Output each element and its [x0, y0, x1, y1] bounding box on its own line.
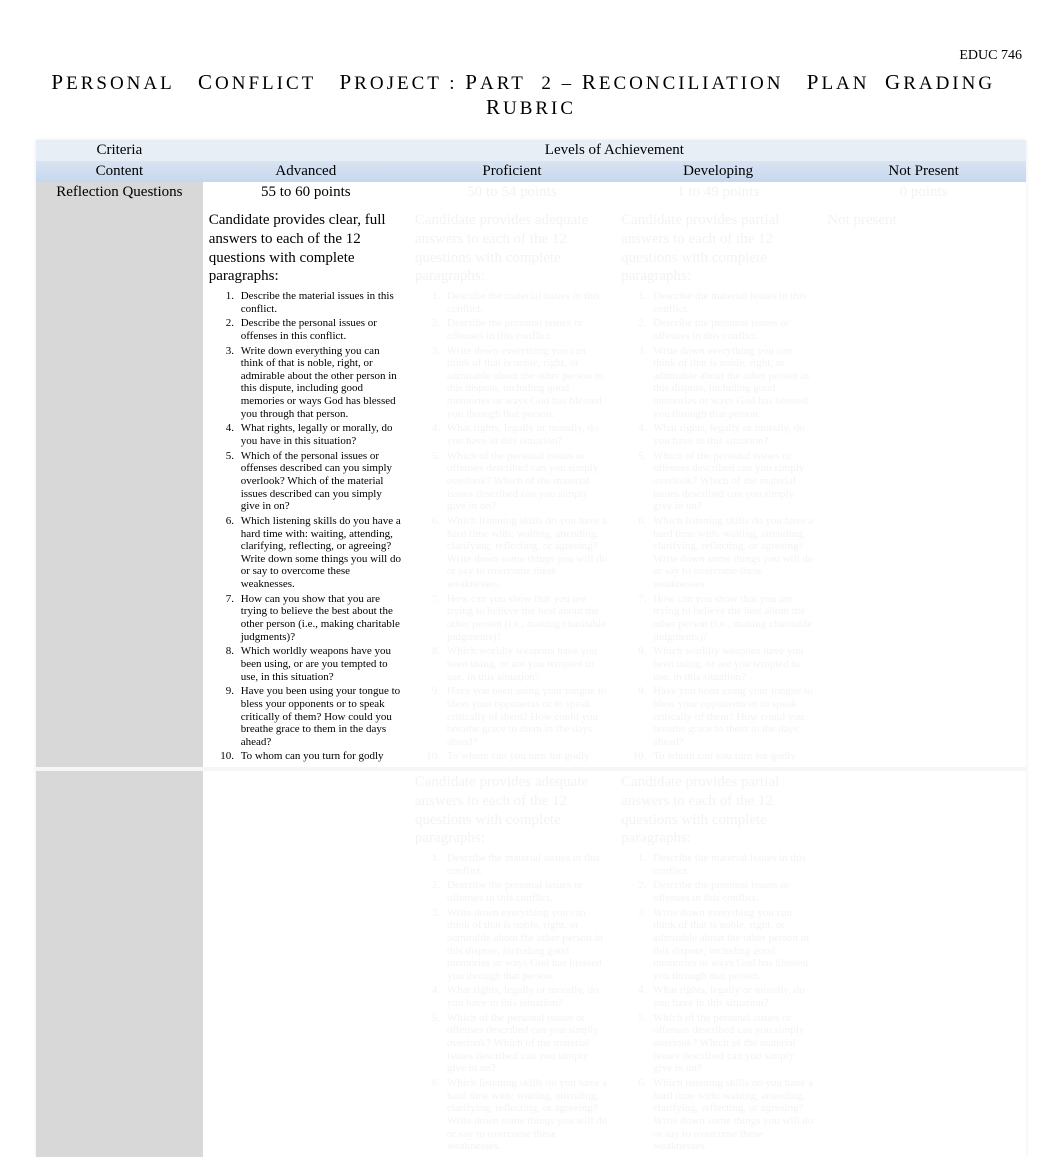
question-item: To whom can you turn for godly — [649, 750, 815, 763]
title-cap: R — [486, 95, 503, 119]
title-cap: P — [339, 70, 354, 94]
question-list: Describe the material issues in this con… — [237, 290, 403, 763]
criteria-header: Criteria — [36, 140, 203, 161]
question-item: Write down everything you can think of t… — [443, 907, 609, 983]
title-text: ROJECT — [354, 73, 441, 94]
title-cap: C — [198, 70, 215, 94]
title-cap: P — [51, 70, 66, 94]
question-item: How can you show that you are trying to … — [237, 593, 403, 644]
question-item: Which worldly weapons have you been usin… — [649, 645, 815, 683]
not-present-cell: 0 points Not present — [821, 182, 1026, 767]
page-title: PERSONAL CONFLICT PROJECT : PART 2 – REC… — [36, 70, 1026, 120]
advanced-header: Advanced — [203, 161, 409, 182]
question-item: Describe the material issues in this con… — [649, 852, 815, 877]
intro-text: Candidate provides adequate answers to e… — [415, 773, 609, 848]
not-present-header: Not Present — [821, 161, 1026, 182]
header-row-2: Content Advanced Proficient Developing N… — [36, 161, 1026, 182]
intro-text: Candidate provides clear, full answers t… — [209, 211, 403, 286]
criteria-cell — [36, 771, 203, 1157]
proficient-cell: 50 to 54 points Candidate provides adequ… — [409, 182, 615, 767]
question-item: Describe the personal issues or offenses… — [443, 317, 609, 342]
question-item: To whom can you turn for godly — [443, 750, 609, 763]
question-list: Describe the material issues in this con… — [649, 290, 815, 763]
points-text: 50 to 54 points — [415, 184, 609, 201]
title-cap: P — [465, 70, 480, 94]
question-item: Which listening skills do you have a har… — [649, 1077, 815, 1153]
question-item: Which of the personal issues or offenses… — [443, 450, 609, 513]
question-item: What rights, legally or morally, do you … — [237, 422, 403, 447]
question-item: Write down everything you can think of t… — [443, 345, 609, 421]
question-item: How can you show that you are trying to … — [649, 593, 815, 644]
question-item: Write down everything you can think of t… — [649, 907, 815, 983]
title-text: ART — [480, 73, 526, 94]
question-item: How can you show that you are trying to … — [443, 593, 609, 644]
title-text: LAN — [821, 73, 869, 94]
points-text: 1 to 49 points — [621, 184, 815, 201]
question-item: What rights, legally or morally, do you … — [443, 422, 609, 447]
question-item: Which of the personal issues or offenses… — [237, 450, 403, 513]
points-text: 55 to 60 points — [209, 184, 403, 201]
question-item: Which of the personal issues or offenses… — [649, 450, 815, 513]
proficient-header: Proficient — [409, 161, 615, 182]
advanced-cell — [203, 771, 409, 1157]
question-item: Describe the material issues in this con… — [649, 290, 815, 315]
title-cap: G — [885, 70, 903, 94]
intro-text: Candidate provides partial answers to ea… — [621, 211, 815, 286]
title-text: RADING — [903, 73, 995, 94]
question-item: Describe the personal issues or offenses… — [649, 317, 815, 342]
question-item: Describe the material issues in this con… — [237, 290, 403, 315]
developing-cell: 1 to 49 points Candidate provides partia… — [615, 182, 821, 767]
developing-cell: Candidate provides partial answers to ea… — [615, 771, 821, 1157]
intro-text: Candidate provides adequate answers to e… — [415, 211, 609, 286]
title-text: ONFLICT — [215, 73, 316, 94]
rubric-table: Criteria Levels of Achievement Content A… — [36, 140, 1026, 1157]
question-item: Describe the material issues in this con… — [443, 852, 609, 877]
criteria-cell: Reflection Questions — [36, 182, 203, 767]
question-item: Which listening skills do you have a har… — [443, 1077, 609, 1153]
question-item: Write down everything you can think of t… — [237, 345, 403, 421]
question-item: Write down everything you can think of t… — [649, 345, 815, 421]
content-header: Content — [36, 161, 203, 182]
question-item: Describe the personal issues or offenses… — [443, 879, 609, 904]
not-present-cell — [821, 771, 1026, 1157]
title-cap: P — [807, 70, 822, 94]
question-item: Describe the material issues in this con… — [443, 290, 609, 315]
levels-header: Levels of Achievement — [203, 140, 1026, 161]
question-item: Have you been using your tongue to bless… — [443, 685, 609, 748]
advanced-cell: 55 to 60 points Candidate provides clear… — [203, 182, 409, 767]
question-item: Have you been using your tongue to bless… — [237, 685, 403, 748]
developing-header: Developing — [615, 161, 821, 182]
points-text: 0 points — [827, 184, 1020, 201]
question-item: What rights, legally or morally, do you … — [649, 422, 815, 447]
question-list: Describe the material issues in this con… — [443, 852, 609, 1153]
question-list: Describe the material issues in this con… — [443, 290, 609, 763]
proficient-cell: Candidate provides adequate answers to e… — [409, 771, 615, 1157]
question-item: Which worldly weapons have you been usin… — [443, 645, 609, 683]
question-item: Which listening skills do you have a har… — [649, 515, 815, 591]
question-item: Which worldly weapons have you been usin… — [237, 645, 403, 683]
question-item: Which of the personal issues or offenses… — [443, 1012, 609, 1075]
question-item: Have you been using your tongue to bless… — [649, 685, 815, 748]
rubric-row-continued: Candidate provides adequate answers to e… — [36, 771, 1026, 1157]
question-item: Which of the personal issues or offenses… — [649, 1012, 815, 1075]
intro-text: Candidate provides partial answers to ea… — [621, 773, 815, 848]
question-item: Describe the personal issues or offenses… — [237, 317, 403, 342]
title-text: ECONCILIATION — [599, 73, 784, 94]
question-item: To whom can you turn for godly — [237, 750, 403, 763]
title-cap: R — [582, 70, 599, 94]
header-row-1: Criteria Levels of Achievement — [36, 140, 1026, 161]
title-colon: : — [449, 73, 457, 94]
rubric-row: Reflection Questions 55 to 60 points Can… — [36, 182, 1026, 767]
title-text: UBRIC — [503, 98, 576, 119]
title-text: ERSONAL — [66, 73, 175, 94]
question-item: Which listening skills do you have a har… — [237, 515, 403, 591]
title-num: 2 — [541, 73, 554, 94]
title-dash: – — [562, 73, 575, 94]
question-list: Describe the material issues in this con… — [649, 852, 815, 1153]
intro-text: Not present — [827, 211, 1020, 230]
question-item: Describe the personal issues or offenses… — [649, 879, 815, 904]
course-code: EDUC 746 — [36, 48, 1026, 64]
question-item: Which listening skills do you have a har… — [443, 515, 609, 591]
